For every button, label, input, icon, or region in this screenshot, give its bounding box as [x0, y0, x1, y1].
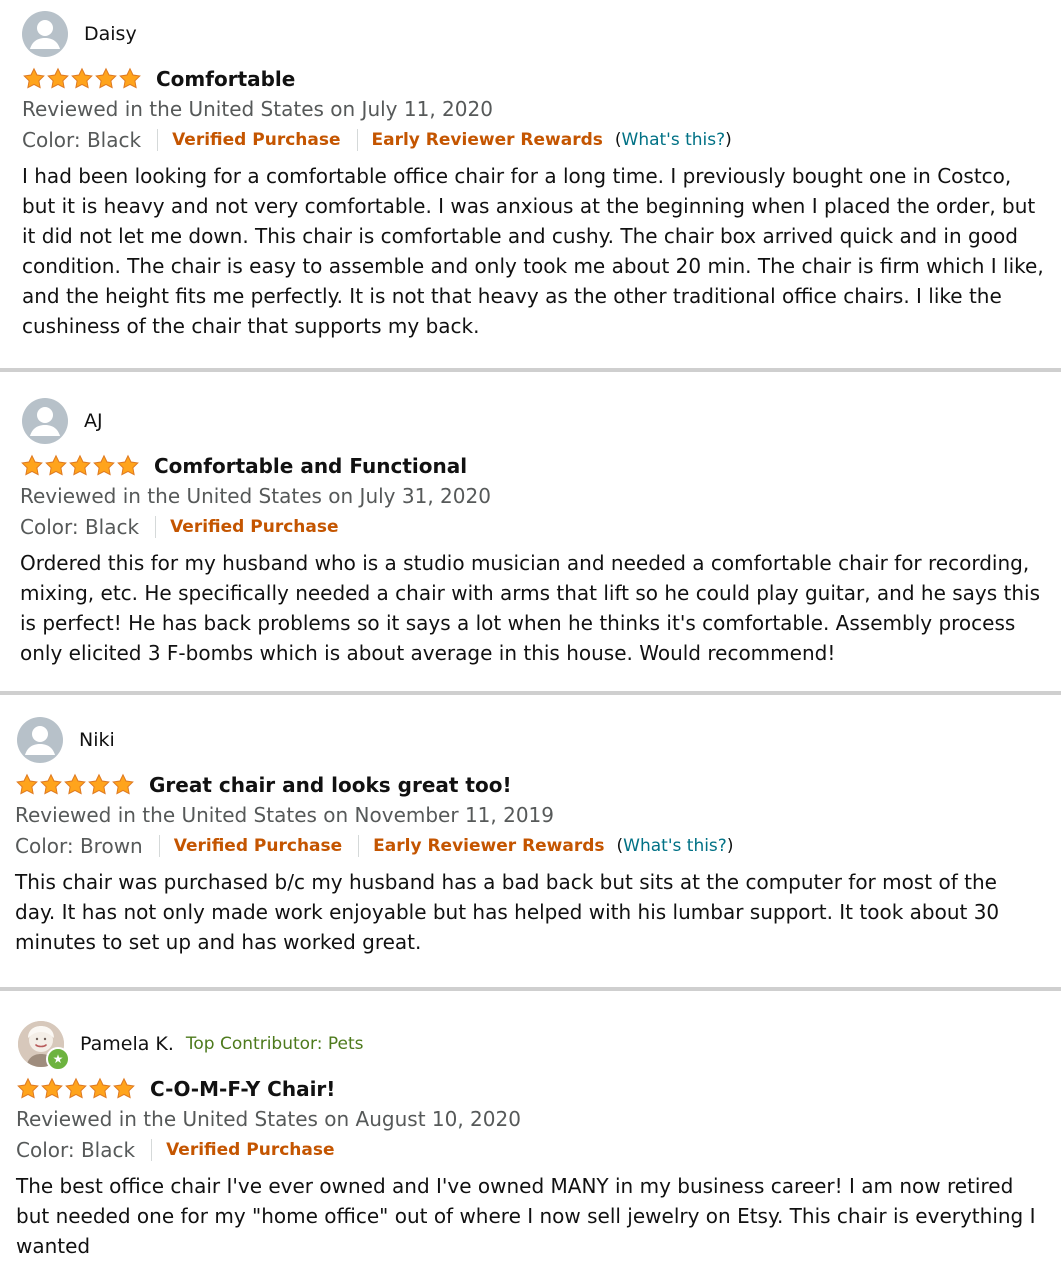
star-icon — [117, 454, 139, 476]
review-title[interactable]: Comfortable — [156, 67, 295, 91]
star-icon — [69, 454, 91, 476]
review-title[interactable]: Comfortable and Functional — [154, 454, 467, 478]
default-avatar-icon — [17, 717, 63, 763]
profile-photo-avatar: ★ — [18, 1021, 70, 1071]
reviewer-name[interactable]: Niki — [79, 729, 115, 751]
review-heading[interactable]: Great chair and looks great too! — [15, 771, 512, 799]
meta-divider — [151, 1139, 153, 1161]
star-icon — [112, 773, 134, 795]
default-avatar-icon — [22, 11, 68, 57]
early-reviewer-badge: Early Reviewer Rewards — [371, 130, 603, 150]
meta-divider — [356, 129, 358, 151]
star-icon — [40, 773, 62, 795]
whats-this-link[interactable]: What's this? — [623, 836, 727, 856]
star-icon — [45, 454, 67, 476]
review-meta: Color: Black Verified Purchase — [20, 513, 339, 541]
reviewer-name[interactable]: Daisy — [84, 23, 137, 45]
review-date: Reviewed in the United States on August … — [16, 1107, 521, 1131]
review-body: The best office chair I've ever owned an… — [16, 1174, 1036, 1258]
whats-this-link[interactable]: What's this? — [622, 130, 726, 150]
star-icon — [21, 454, 43, 476]
default-avatar-icon — [22, 398, 68, 444]
star-icon — [23, 67, 45, 89]
verified-purchase-badge: Verified Purchase — [173, 836, 343, 856]
review-title[interactable]: Great chair and looks great too! — [149, 773, 512, 797]
review-title[interactable]: C-O-M-F-Y Chair! — [150, 1077, 335, 1101]
star-icon — [65, 1077, 87, 1099]
meta-divider — [157, 129, 159, 151]
star-icon — [119, 67, 141, 89]
reviewer-name[interactable]: AJ — [84, 410, 103, 432]
star-icon — [41, 1077, 63, 1099]
reviewer-profile[interactable]: Daisy — [22, 11, 137, 57]
whats-this-wrapper: (What's this?) — [616, 836, 734, 856]
meta-divider — [158, 835, 160, 857]
star-icon — [88, 773, 110, 795]
star-icon — [71, 67, 93, 89]
reviewer-profile[interactable]: ★ Pamela K. Top Contributor: Pets — [18, 1021, 364, 1071]
review-date: Reviewed in the United States on Novembe… — [15, 803, 555, 827]
review-divider — [0, 368, 1061, 372]
star-rating[interactable] — [15, 773, 135, 797]
star-rating[interactable] — [16, 1077, 136, 1101]
review-meta: Color: Brown Verified Purchase Early Rev… — [15, 832, 733, 860]
early-reviewer-badge: Early Reviewer Rewards — [373, 836, 605, 856]
review-body: Ordered this for my husband who is a stu… — [20, 551, 1041, 665]
star-icon — [47, 67, 69, 89]
meta-divider — [155, 516, 157, 538]
star-badge-icon: ★ — [46, 1047, 70, 1071]
color-variant[interactable]: Color: Black — [16, 1138, 135, 1162]
star-rating[interactable] — [20, 454, 140, 478]
review-body: This chair was purchased b/c my husband … — [15, 870, 1000, 954]
reviewer-profile[interactable]: Niki — [17, 717, 115, 763]
color-variant[interactable]: Color: Brown — [15, 834, 143, 858]
color-variant[interactable]: Color: Black — [22, 128, 141, 152]
review-heading[interactable]: C-O-M-F-Y Chair! — [16, 1075, 335, 1103]
review-meta: Color: Black Verified Purchase Early Rev… — [22, 126, 732, 154]
review-body: I had been looking for a comfortable off… — [22, 164, 1044, 338]
verified-purchase-badge: Verified Purchase — [170, 517, 339, 537]
star-icon — [64, 773, 86, 795]
whats-this-wrapper: (What's this?) — [614, 130, 732, 150]
star-icon — [95, 67, 117, 89]
review-meta: Color: Black Verified Purchase — [16, 1136, 335, 1164]
verified-purchase-badge: Verified Purchase — [166, 1140, 335, 1160]
review-divider — [0, 691, 1061, 695]
star-icon — [17, 1077, 39, 1099]
review-heading[interactable]: Comfortable — [22, 65, 295, 93]
verified-purchase-badge: Verified Purchase — [172, 130, 341, 150]
star-rating[interactable] — [22, 67, 142, 91]
star-icon — [113, 1077, 135, 1099]
reviewer-profile[interactable]: AJ — [22, 398, 103, 444]
review-date: Reviewed in the United States on July 31… — [20, 484, 491, 508]
review-divider — [0, 987, 1061, 991]
color-variant[interactable]: Color: Black — [20, 515, 139, 539]
review-heading[interactable]: Comfortable and Functional — [20, 452, 467, 480]
contributor-badge[interactable]: Top Contributor: Pets — [186, 1034, 364, 1054]
reviewer-name[interactable]: Pamela K. — [80, 1033, 174, 1055]
meta-divider — [358, 835, 360, 857]
star-icon — [89, 1077, 111, 1099]
star-icon — [93, 454, 115, 476]
star-icon — [16, 773, 38, 795]
review-date: Reviewed in the United States on July 11… — [22, 97, 493, 121]
